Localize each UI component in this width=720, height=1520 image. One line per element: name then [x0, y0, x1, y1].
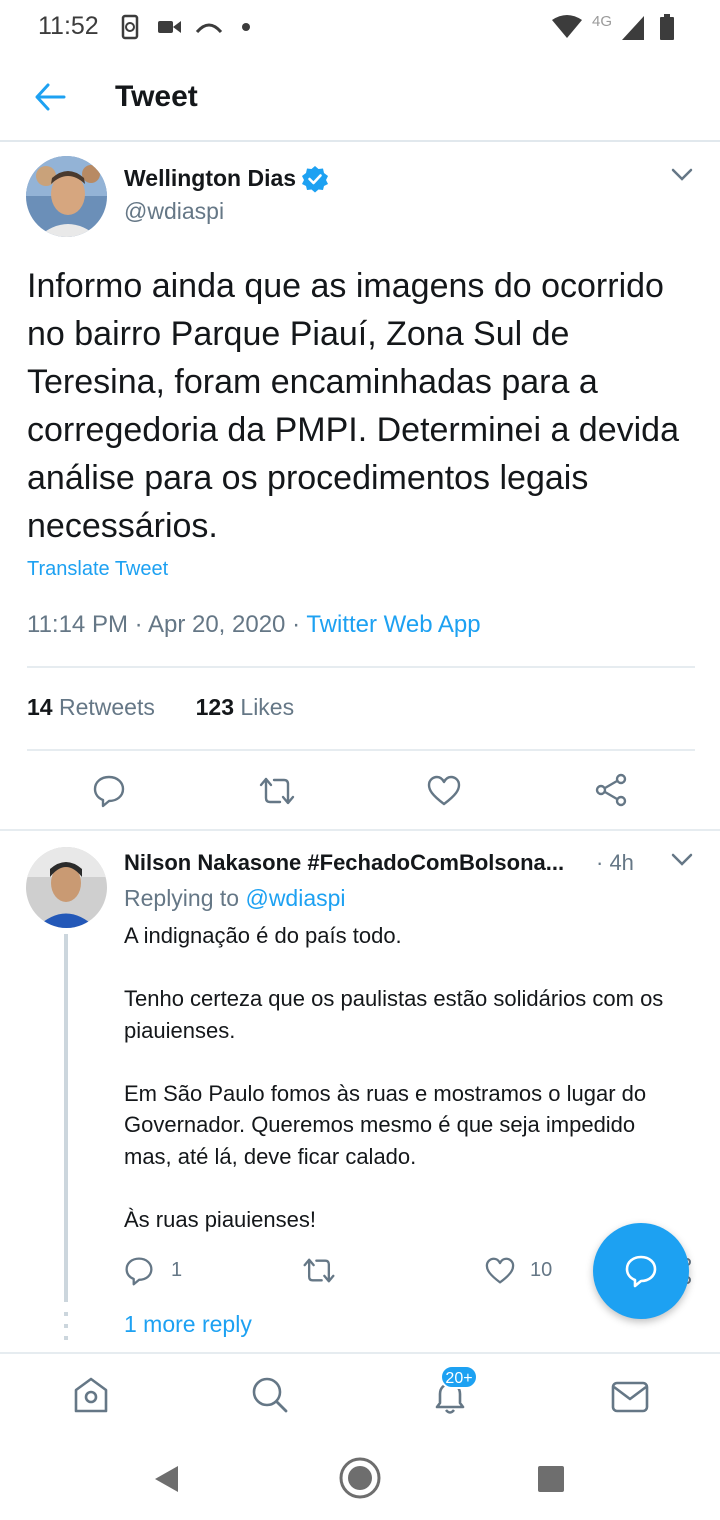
tweet-time: 11:14 PM — [27, 611, 128, 638]
replying-to: Replying to @wdiaspi — [124, 885, 346, 912]
network-label: 4G — [592, 13, 613, 30]
reply-count: 1 — [171, 1259, 183, 1281]
author-handle[interactable]: @wdiaspi — [124, 198, 224, 225]
notifications-badge: 20+ — [440, 1365, 478, 1389]
compose-reply-button[interactable] — [593, 1223, 689, 1319]
chevron-down-icon[interactable] — [670, 167, 694, 183]
reply-icon[interactable] — [124, 1256, 154, 1286]
tweet-text: Informo ainda que as imagens do ocorrido… — [27, 267, 679, 545]
chevron-down-icon[interactable] — [670, 852, 694, 868]
thread-dot — [64, 1312, 68, 1316]
reply-author-avatar[interactable] — [26, 847, 107, 928]
recents-square-icon[interactable] — [537, 1465, 565, 1493]
page-title: Tweet — [115, 80, 198, 113]
reply-time: · 4h — [596, 850, 634, 875]
retweets-stat[interactable]: 14 Retweets — [27, 694, 155, 720]
tweet-source-link[interactable]: Twitter Web App — [306, 611, 480, 638]
bottom-nav — [0, 1352, 720, 1438]
reply-bubble-icon — [624, 1254, 658, 1288]
home-icon[interactable] — [72, 1376, 110, 1414]
verified-badge-icon — [301, 165, 329, 193]
share-icon[interactable] — [594, 773, 628, 807]
likes-count: 123 — [195, 694, 235, 720]
status-bar: 11:52 4G — [0, 0, 720, 56]
like-heart-icon[interactable] — [427, 775, 461, 807]
replying-handle-link[interactable]: @wdiaspi — [245, 885, 345, 911]
retweets-label: Retweets — [58, 694, 155, 720]
tweet-date: Apr 20, 2020 — [147, 611, 286, 638]
thread-dot — [64, 1324, 68, 1328]
header-bar: Tweet — [0, 56, 720, 142]
video-icon — [158, 19, 182, 35]
messages-icon[interactable] — [611, 1380, 649, 1414]
dot-icon — [242, 23, 250, 31]
wifi-icon — [552, 15, 582, 39]
divider — [27, 749, 695, 751]
cast-icon — [195, 20, 223, 34]
retweets-count: 14 — [27, 694, 53, 720]
replying-prefix: Replying to — [124, 885, 240, 911]
sync-icon — [120, 14, 142, 40]
more-replies-link[interactable]: 1 more reply — [124, 1311, 252, 1338]
tweet-meta: 11:14 PM · Apr 20, 2020 · Twitter Web Ap… — [27, 611, 481, 639]
thread-line — [64, 934, 68, 1302]
likes-stat[interactable]: 123 Likes — [196, 694, 294, 720]
android-nav-bar — [0, 1438, 720, 1520]
author-avatar[interactable] — [26, 156, 107, 237]
search-icon[interactable] — [251, 1376, 289, 1414]
meta-separator: · — [292, 611, 301, 638]
reply-icon[interactable] — [92, 774, 126, 808]
likes-label: Likes — [240, 694, 295, 720]
signal-icon — [622, 16, 644, 40]
like-count: 10 — [530, 1259, 553, 1281]
home-circle-icon[interactable] — [338, 1456, 382, 1500]
back-triangle-icon[interactable] — [152, 1464, 180, 1494]
reply-author-name[interactable]: Nilson Nakasone #FechadoComBolsona... — [124, 850, 564, 876]
retweet-icon[interactable] — [302, 1257, 336, 1284]
like-heart-icon[interactable] — [485, 1257, 515, 1285]
divider — [27, 666, 695, 668]
divider — [0, 829, 720, 831]
translate-tweet-link[interactable]: Translate Tweet — [27, 558, 168, 581]
tweet-stats: 14 Retweets 123 Likes — [27, 694, 294, 721]
meta-separator: · — [134, 611, 143, 638]
thread-dot — [64, 1336, 68, 1340]
status-time: 11:52 — [38, 12, 99, 40]
reply-text: A indignação é do país todo. Tenho certe… — [124, 923, 664, 1232]
retweet-icon[interactable] — [258, 776, 296, 806]
author-name[interactable]: Wellington Dias — [124, 165, 296, 192]
back-arrow-icon[interactable] — [34, 82, 66, 112]
battery-icon — [660, 14, 674, 40]
